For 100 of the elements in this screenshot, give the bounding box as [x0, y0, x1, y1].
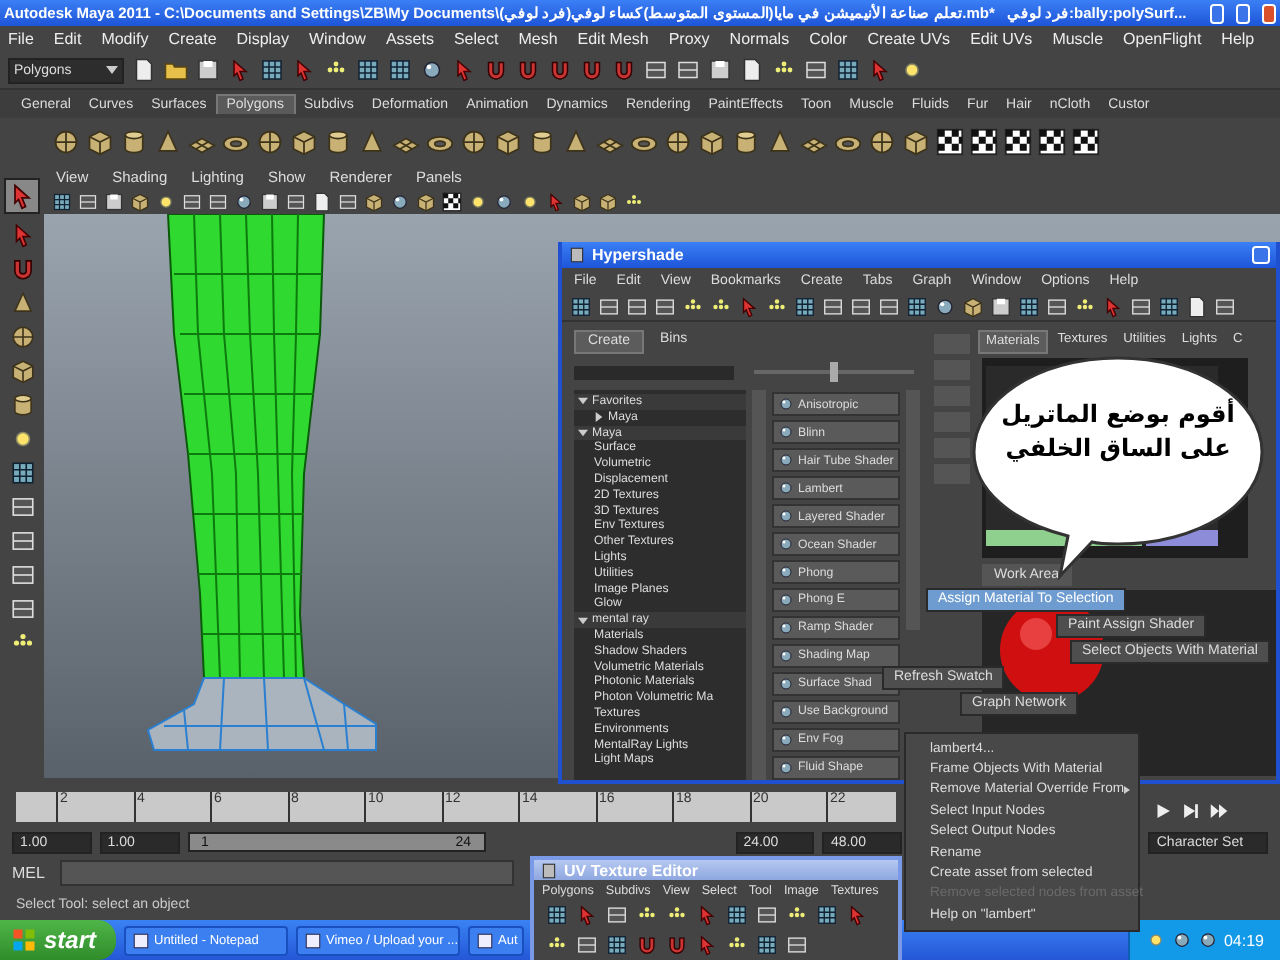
grid-icon[interactable]	[570, 295, 592, 317]
folder-icon[interactable]	[164, 58, 188, 82]
sphere-icon[interactable]	[664, 128, 692, 156]
cube-icon[interactable]	[9, 358, 35, 384]
menu-item[interactable]: OpenFlight	[1123, 30, 1202, 48]
checker-icon[interactable]	[1038, 128, 1066, 156]
menu-item[interactable]: Edit UVs	[970, 30, 1033, 48]
checker-icon[interactable]	[1072, 128, 1100, 156]
close-button[interactable]	[1262, 3, 1276, 23]
menu-item[interactable]: Modify	[101, 30, 149, 48]
cube-icon[interactable]	[572, 191, 592, 211]
cylinder-icon[interactable]	[324, 128, 352, 156]
cone-icon[interactable]	[358, 128, 386, 156]
grid-icon[interactable]	[260, 58, 284, 82]
filter-field[interactable]	[574, 365, 734, 379]
layout-icon[interactable]	[606, 904, 628, 926]
sphere-icon[interactable]	[1171, 930, 1192, 950]
grid-icon[interactable]	[1158, 295, 1180, 317]
document-icon[interactable]	[132, 58, 156, 82]
magnet-icon[interactable]	[636, 934, 658, 956]
sphere-icon[interactable]	[1197, 930, 1218, 950]
cube-icon[interactable]	[598, 191, 618, 211]
sphere-icon[interactable]	[420, 58, 444, 82]
maximize-button[interactable]	[1236, 3, 1251, 23]
sphere-icon[interactable]	[934, 295, 956, 317]
menu-item[interactable]: Edit	[53, 30, 82, 48]
light-icon[interactable]	[520, 191, 540, 211]
menu-item[interactable]: File	[8, 30, 34, 48]
arrow-icon[interactable]	[546, 191, 566, 211]
menu-item[interactable]: Display	[236, 30, 289, 48]
grid-icon[interactable]	[356, 58, 380, 82]
grid-icon[interactable]	[546, 904, 568, 926]
light-icon[interactable]	[468, 191, 488, 211]
save-icon[interactable]	[260, 191, 280, 211]
cube-icon[interactable]	[130, 191, 150, 211]
cylinder-icon[interactable]	[732, 128, 760, 156]
arrow-icon[interactable]	[868, 58, 892, 82]
sphere-icon[interactable]	[390, 191, 410, 211]
checker-icon[interactable]	[1004, 128, 1032, 156]
save-icon[interactable]	[708, 58, 732, 82]
layout-icon[interactable]	[1046, 295, 1068, 317]
checker-icon[interactable]	[442, 191, 462, 211]
layout-icon[interactable]	[576, 934, 598, 956]
layout-icon[interactable]	[626, 295, 648, 317]
checker-icon[interactable]	[970, 128, 998, 156]
layout-icon[interactable]	[182, 191, 202, 211]
cone-icon[interactable]	[154, 128, 182, 156]
grid-icon[interactable]	[816, 904, 838, 926]
cube-icon[interactable]	[698, 128, 726, 156]
grid-icon[interactable]	[756, 934, 778, 956]
menu-item[interactable]: Proxy	[668, 30, 710, 48]
arrow-icon[interactable]	[228, 58, 252, 82]
cylinder-icon[interactable]	[120, 128, 148, 156]
light-icon[interactable]	[900, 58, 924, 82]
magnet-icon[interactable]	[484, 58, 508, 82]
menu-item[interactable]: Create UVs	[867, 30, 951, 48]
sphere-icon[interactable]	[494, 191, 514, 211]
cone-icon[interactable]	[562, 128, 590, 156]
arrow-icon[interactable]	[696, 934, 718, 956]
menu-item[interactable]: Window	[309, 30, 366, 48]
layout-icon[interactable]	[208, 191, 228, 211]
magnet-icon[interactable]	[612, 58, 636, 82]
layout-icon[interactable]	[598, 295, 620, 317]
layout-icon[interactable]	[9, 562, 35, 588]
menu-item[interactable]: Normals	[729, 30, 790, 48]
magnet-icon[interactable]	[666, 934, 688, 956]
menu-item[interactable]: Color	[809, 30, 848, 48]
arrow-icon[interactable]	[696, 904, 718, 926]
menu-item[interactable]: Help	[1221, 30, 1255, 48]
grid-icon[interactable]	[52, 191, 72, 211]
magnet-icon[interactable]	[580, 58, 604, 82]
arrow-icon[interactable]	[452, 58, 476, 82]
magnet-icon[interactable]	[516, 58, 540, 82]
cube-icon[interactable]	[962, 295, 984, 317]
document-icon[interactable]	[1186, 295, 1208, 317]
grid-icon[interactable]	[906, 295, 928, 317]
arrow-icon[interactable]	[292, 58, 316, 82]
scrollbar[interactable]	[752, 390, 766, 780]
sphere-icon[interactable]	[234, 191, 254, 211]
light-icon[interactable]	[156, 191, 176, 211]
cube-icon[interactable]	[364, 191, 384, 211]
sphere-icon[interactable]	[868, 128, 896, 156]
menu-item[interactable]: Muscle	[1052, 30, 1104, 48]
menu-item[interactable]: Select	[453, 30, 499, 48]
arrow-icon[interactable]	[738, 295, 760, 317]
layout-icon[interactable]	[78, 191, 98, 211]
arrow-icon[interactable]	[576, 904, 598, 926]
cylinder-icon[interactable]	[9, 392, 35, 418]
play-icon[interactable]	[1152, 800, 1174, 822]
expand-arrow-icon[interactable]	[594, 412, 604, 423]
sphere-icon[interactable]	[9, 324, 35, 350]
close-button[interactable]	[1252, 246, 1270, 264]
layout-icon[interactable]	[9, 596, 35, 622]
magnet-icon[interactable]	[548, 58, 572, 82]
document-icon[interactable]	[740, 58, 764, 82]
cube-icon[interactable]	[902, 128, 930, 156]
layout-icon[interactable]	[850, 295, 872, 317]
grid-icon[interactable]	[836, 58, 860, 82]
layout-icon[interactable]	[756, 904, 778, 926]
expand-arrow-icon[interactable]	[578, 615, 588, 626]
